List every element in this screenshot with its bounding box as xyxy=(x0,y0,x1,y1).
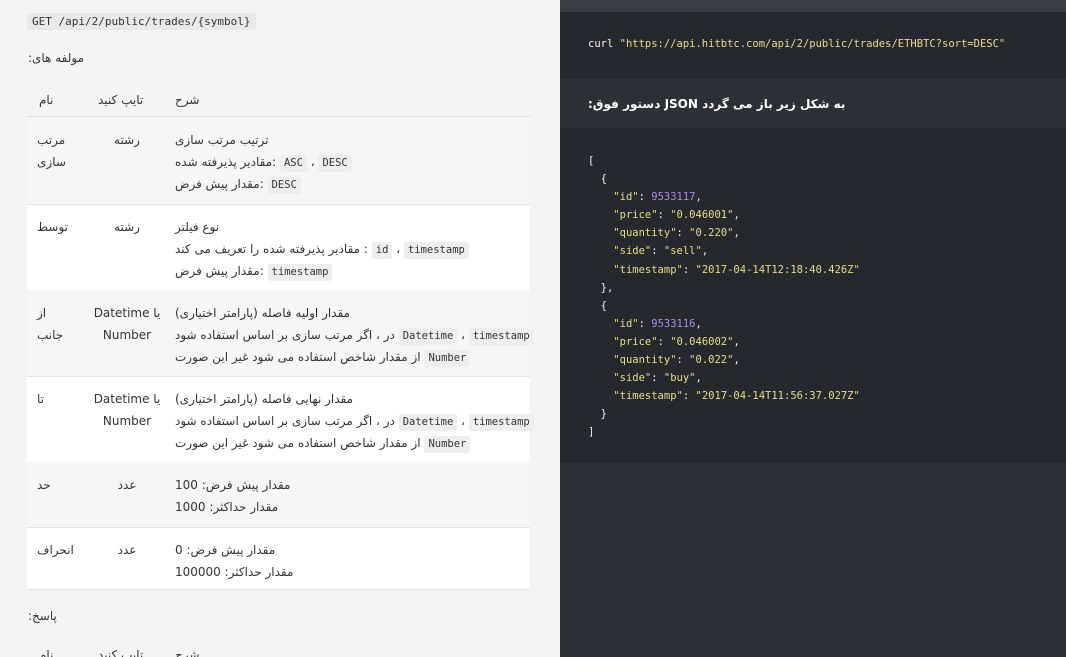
description-line: در ، اگر مرتب سازی بر اساس استفاده شود D… xyxy=(175,324,534,346)
inline-code: timestamp xyxy=(267,264,333,281)
endpoint-code: GET /api/2/public/trades/{symbol} xyxy=(27,13,256,30)
description-text: ترتیب مرتب سازی xyxy=(175,133,269,147)
description-line: در ، اگر مرتب سازی بر اساس استفاده شود D… xyxy=(175,410,534,432)
param-name: از جانب xyxy=(37,306,64,342)
description-text: مقدار پیش فرض: 100 xyxy=(175,478,291,492)
param-name: حد xyxy=(37,478,51,492)
table-header: نام تایپ کنید شرح xyxy=(27,84,530,117)
description-text: مقدار نهایی فاصله (پارامتر اختیاری) xyxy=(175,392,354,406)
description-line: مقدار پیش فرض: timestamp xyxy=(175,260,525,282)
description-text: در ، اگر مرتب سازی بر اساس استفاده شود xyxy=(175,414,399,428)
curl-keyword: curl xyxy=(588,38,614,50)
description-line: نوع فیلتر xyxy=(175,216,525,238)
description-text: از مقدار شاخص استفاده می شود غیر این صور… xyxy=(175,350,425,364)
response-table-header: نام تایپ کنید شرح xyxy=(27,646,530,657)
inline-code: Number xyxy=(424,436,471,453)
param-description: مقدار نهایی فاصله (پارامتر اختیاری) در ،… xyxy=(175,388,534,454)
table-row: حد عدد مقدار پیش فرض: 100 مقدار حداکثر: 10… xyxy=(27,462,530,528)
description-text: مقدار پیش فرض: xyxy=(175,264,268,278)
param-name: تا xyxy=(37,392,44,406)
header-name: نام xyxy=(39,93,54,107)
table-row: انحراف عدد مقدار پیش فرض: 0 مقدار حداکثر: … xyxy=(27,527,530,590)
code-panel-top-strip xyxy=(560,0,1066,12)
description-text: مقدار اولیه فاصله (پارامتر اختیاری) xyxy=(175,306,351,320)
inline-code: DESC xyxy=(318,155,352,172)
header-type: تایپ کنید xyxy=(98,93,144,107)
param-name: انحراف xyxy=(37,543,74,557)
description-text: مقادیر پذیرفته شده: xyxy=(175,155,280,169)
inline-code: Datetime xyxy=(398,328,458,345)
param-description: مقدار پیش فرض: 100 مقدار حداکثر: 1000 xyxy=(175,474,525,518)
parameters-table: نام تایپ کنید شرح مرتب سازی رشته ترتیب مرت… xyxy=(27,84,534,590)
param-type: عدد xyxy=(117,543,137,557)
table-row: از جانب Datetime یا Number مقدار اولیه فاص… xyxy=(27,290,534,377)
response-header-type: تایپ کنید xyxy=(98,648,144,657)
description-line: ترتیب مرتب سازی xyxy=(175,129,525,151)
response-header-description: شرح xyxy=(175,648,200,657)
param-description: ترتیب مرتب سازی مقادیر پذیرفته شده: ASC … xyxy=(175,129,525,195)
response-heading: پاسخ: xyxy=(28,609,57,623)
param-name: توسط xyxy=(37,220,68,234)
response-description: به شکل زیر باز می گردد JSON دستور فوق: xyxy=(588,97,846,111)
table-row: مرتب سازی رشته ترتیب مرتب سازی مقادیر پذیر… xyxy=(27,117,530,205)
inline-code: ASC xyxy=(279,155,307,172)
param-description: مقدار اولیه فاصله (پارامتر اختیاری) در ،… xyxy=(175,302,534,368)
description-text: در ، اگر مرتب سازی بر اساس استفاده شود xyxy=(175,328,399,342)
param-description: مقدار پیش فرض: 0 مقدار حداکثر: 100000 xyxy=(175,539,525,583)
code-panel: curl "https://api.hitbtc.com/api/2/publi… xyxy=(560,0,1066,657)
description-line: مقدار حداکثر: 1000 xyxy=(175,496,525,518)
response-header-name: نام xyxy=(39,648,54,657)
parameters-heading: مولفه های: xyxy=(28,51,85,65)
description-line: مقدار حداکثر: 100000 xyxy=(175,561,525,583)
description-line: مقدار اولیه فاصله (پارامتر اختیاری) xyxy=(175,302,525,324)
description-line: از مقدار شاخص استفاده می شود غیر این صور… xyxy=(175,346,525,368)
description-text: از مقدار شاخص استفاده می شود غیر این صور… xyxy=(175,436,425,450)
curl-code-block[interactable]: curl "https://api.hitbtc.com/api/2/publi… xyxy=(560,12,1066,78)
inline-code: timestamp xyxy=(403,242,469,259)
description-line: مقدار نهایی فاصله (پارامتر اختیاری) xyxy=(175,388,525,410)
param-description: نوع فیلتر مقادیر پذیرفته شده را تعریف می… xyxy=(175,216,525,282)
param-type: Datetime یا Number xyxy=(93,392,161,428)
documentation-panel: GET /api/2/public/trades/{symbol} مولفه … xyxy=(0,0,560,657)
inline-code: Datetime xyxy=(398,414,458,431)
description-text: مقدار حداکثر: 1000 xyxy=(175,500,279,514)
description-line: مقدار پیش فرض: 0 xyxy=(175,539,525,561)
table-row: توسط رشته نوع فیلتر مقادیر پذیرفته شده را … xyxy=(27,204,530,291)
curl-url: "https://api.hitbtc.com/api/2/public/tra… xyxy=(619,38,1006,50)
header-description: شرح xyxy=(175,93,200,107)
inline-code: DESC xyxy=(267,177,301,194)
param-type: رشته xyxy=(114,220,140,234)
inline-code: Number xyxy=(424,350,471,367)
param-type: عدد xyxy=(117,478,137,492)
inline-code: id xyxy=(371,242,393,259)
param-type: Datetime یا Number xyxy=(93,306,161,342)
param-name: مرتب سازی xyxy=(37,133,66,169)
curl-command: curl "https://api.hitbtc.com/api/2/publi… xyxy=(588,38,1005,50)
json-response-block[interactable]: [ { "id": 9533117, "price": "0.046001", … xyxy=(560,128,1066,463)
param-type: رشته xyxy=(114,133,140,147)
description-line: مقدار پیش فرض: 100 xyxy=(175,474,525,496)
description-text: مقادیر پذیرفته شده را تعریف می کند : xyxy=(175,242,372,256)
description-line: از مقدار شاخص استفاده می شود غیر این صور… xyxy=(175,432,525,454)
description-text: مقدار پیش فرض: 0 xyxy=(175,543,276,557)
description-text: نوع فیلتر xyxy=(175,220,220,234)
response-description-bar: به شکل زیر باز می گردد JSON دستور فوق: xyxy=(560,78,1066,128)
description-text: مقدار پیش فرض: xyxy=(175,177,268,191)
json-response: [ { "id": 9533117, "price": "0.046001", … xyxy=(588,155,860,439)
description-line: مقادیر پذیرفته شده: ASC ، DESC xyxy=(175,151,525,173)
inline-code: timestamp xyxy=(468,414,534,431)
description-line: مقادیر پذیرفته شده را تعریف می کند : id … xyxy=(175,238,525,260)
table-row: تا Datetime یا Number مقدار نهایی فاصله (پ… xyxy=(27,376,534,463)
description-text: مقدار حداکثر: 100000 xyxy=(175,565,294,579)
description-line: مقدار پیش فرض: DESC xyxy=(175,173,525,195)
inline-code: timestamp xyxy=(468,328,534,345)
